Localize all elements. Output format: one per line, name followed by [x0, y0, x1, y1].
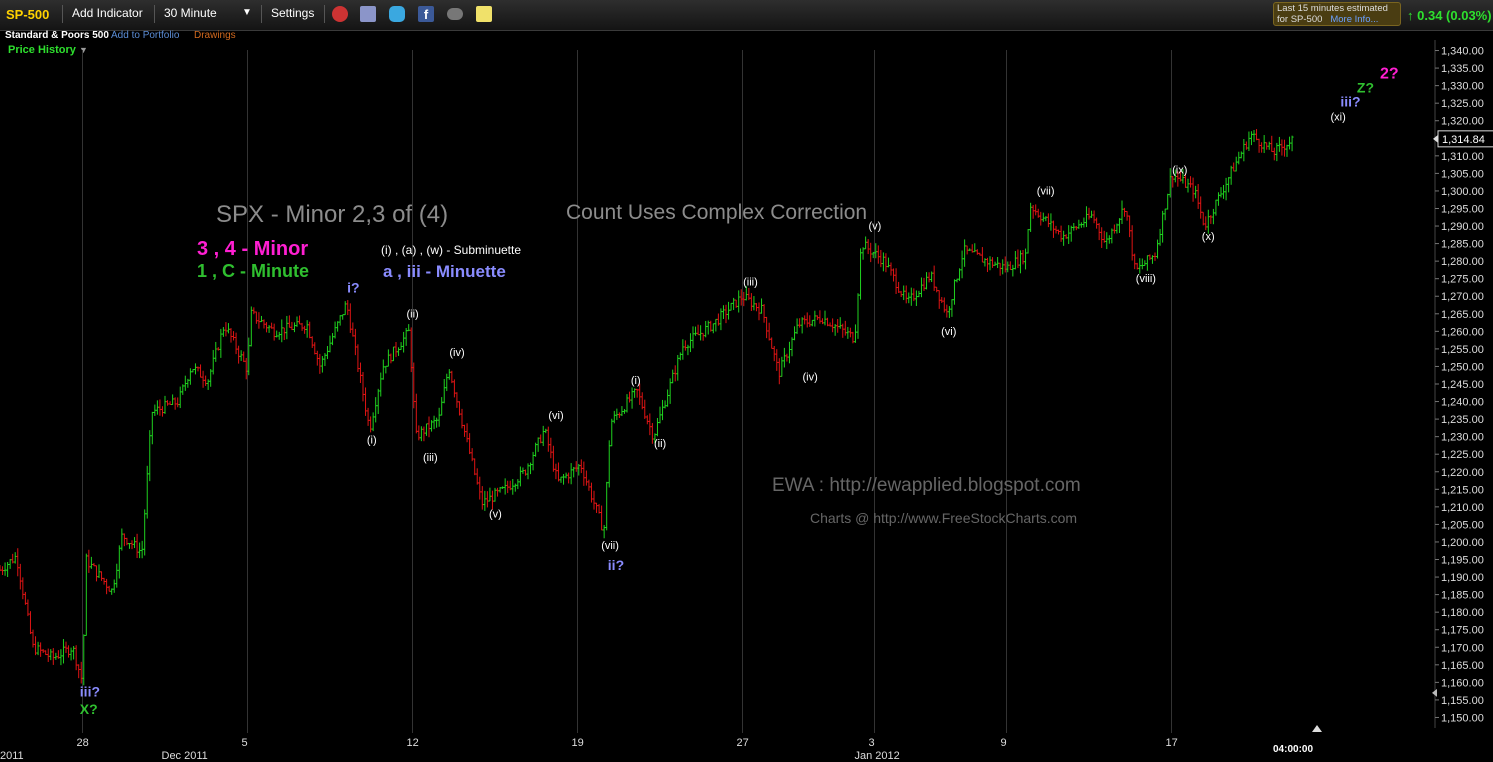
wave-label: (vi): [548, 410, 563, 422]
y-tick-label: 1,250.00: [1441, 361, 1484, 373]
x-tick-label: 17: [1166, 737, 1178, 749]
wave-label: Z?: [1357, 80, 1374, 96]
chart-subtitle: Count Uses Complex Correction: [566, 201, 867, 224]
wave-label: iii?: [80, 683, 100, 699]
y-tick-label: 1,310.00: [1441, 151, 1484, 163]
wave-label: (ii): [654, 438, 666, 450]
legend-minuette: a , iii - Minuette: [383, 262, 506, 281]
last-price: 1,314.84: [1442, 134, 1485, 146]
wave-label: (iv): [803, 371, 818, 383]
wave-label: (viii): [1136, 273, 1156, 285]
watermark-ewa: EWA : http://ewapplied.blogspot.com: [772, 475, 1081, 496]
y-tick-label: 1,245.00: [1441, 379, 1484, 391]
wave-label: 2?: [1380, 66, 1399, 83]
y-tick-label: 1,170.00: [1441, 642, 1484, 654]
wave-label: (v): [489, 508, 502, 520]
wave-label: (i): [631, 375, 641, 387]
y-tick-label: 1,340.00: [1441, 46, 1484, 58]
price-chart[interactable]: 2011 28 Dec 2011 5 12 19 27 3Jan 2012 9 17 1,150.0…: [0, 0, 1493, 762]
y-tick-label: 1,240.00: [1441, 397, 1484, 409]
y-tick-label: 1,270.00: [1441, 291, 1484, 303]
wave-label: ii?: [608, 557, 624, 573]
wave-label: X?: [80, 701, 98, 717]
time-marker: [1312, 725, 1322, 732]
y-tick-label: 1,230.00: [1441, 432, 1484, 444]
x-tick-label: 9: [1001, 737, 1007, 749]
y-tick-label: 1,280.00: [1441, 256, 1484, 268]
wave-label: (vii): [601, 540, 619, 552]
y-tick-label: 1,195.00: [1441, 555, 1484, 567]
x-tick-label: Jan 2012: [855, 750, 900, 762]
y-tick-label: 1,175.00: [1441, 625, 1484, 637]
y-tick-label: 1,265.00: [1441, 309, 1484, 321]
chart-grid: [82, 50, 1172, 733]
y-tick-label: 1,260.00: [1441, 326, 1484, 338]
chart-title: SPX - Minor 2,3 of (4): [216, 201, 448, 228]
watermark-freestockcharts: Charts @ http://www.FreeStockCharts.com: [810, 510, 1077, 526]
y-tick-label: 1,190.00: [1441, 572, 1484, 584]
wave-label: (vi): [941, 326, 956, 338]
y-tick-label: 1,205.00: [1441, 519, 1484, 531]
x-tick-label: 19: [572, 737, 584, 749]
y-tick-label: 1,300.00: [1441, 186, 1484, 198]
wave-label: (iii): [423, 452, 438, 464]
y-tick-label: 1,295.00: [1441, 203, 1484, 215]
y-tick-label: 1,165.00: [1441, 660, 1484, 672]
x-tick-label: 3: [869, 737, 875, 749]
annotations: SPX - Minor 2,3 of (4) Count Uses Comple…: [197, 201, 1081, 526]
x-tick-label: Dec 2011: [162, 750, 208, 762]
x-tick-label: 28: [77, 737, 89, 749]
x-tick-label: 2011: [0, 750, 24, 762]
y-tick-label: 1,150.00: [1441, 712, 1484, 724]
y-tick-label: 1,225.00: [1441, 449, 1484, 461]
y-tick-label: 1,185.00: [1441, 590, 1484, 602]
wave-label: i?: [347, 280, 359, 296]
time-label: 04:00:00: [1273, 744, 1313, 755]
y-tick-label: 1,275.00: [1441, 274, 1484, 286]
wave-label: (i): [367, 435, 377, 447]
y-tick-label: 1,155.00: [1441, 695, 1484, 707]
y-tick-label: 1,325.00: [1441, 98, 1484, 110]
legend-subminuette: (i) , (a) , (w) - Subminuette: [381, 243, 521, 257]
wave-label: (v): [869, 221, 882, 233]
wave-label: (ix): [1172, 164, 1187, 176]
y-tick-label: 1,180.00: [1441, 607, 1484, 619]
wave-labels: iii? X? i? (i) (ii) (iii) (iv) (v) (vi) (vii) ii? (…: [80, 66, 1399, 717]
y-tick-label: 1,160.00: [1441, 677, 1484, 689]
y-tick-label: 1,305.00: [1441, 168, 1484, 180]
legend-minute: 1 , C - Minute: [197, 261, 309, 281]
x-tick-label: 27: [737, 737, 749, 749]
y-tick-label: 1,215.00: [1441, 484, 1484, 496]
y-tick-label: 1,220.00: [1441, 467, 1484, 479]
y-tick-label: 1,335.00: [1441, 63, 1484, 75]
wave-label: (vii): [1037, 185, 1055, 197]
x-tick-label: 12: [407, 737, 419, 749]
x-tick-label: 5: [242, 737, 248, 749]
y-tick-label: 1,320.00: [1441, 116, 1484, 128]
y-tick-label: 1,200.00: [1441, 537, 1484, 549]
y-tick-label: 1,285.00: [1441, 239, 1484, 251]
y-tick-label: 1,290.00: [1441, 221, 1484, 233]
wave-label: iii?: [1340, 94, 1360, 110]
y-tick-label: 1,235.00: [1441, 414, 1484, 426]
legend-minor: 3 , 4 - Minor: [197, 238, 308, 260]
wave-label: (x): [1202, 231, 1215, 243]
wave-label: (iii): [743, 277, 758, 289]
wave-label: (iv): [449, 347, 464, 359]
y-tick-label: 1,210.00: [1441, 502, 1484, 514]
wave-label: (xi): [1331, 112, 1346, 124]
y-tick-label: 1,255.00: [1441, 344, 1484, 356]
wave-label: (ii): [407, 308, 419, 320]
y-tick-label: 1,330.00: [1441, 81, 1484, 93]
